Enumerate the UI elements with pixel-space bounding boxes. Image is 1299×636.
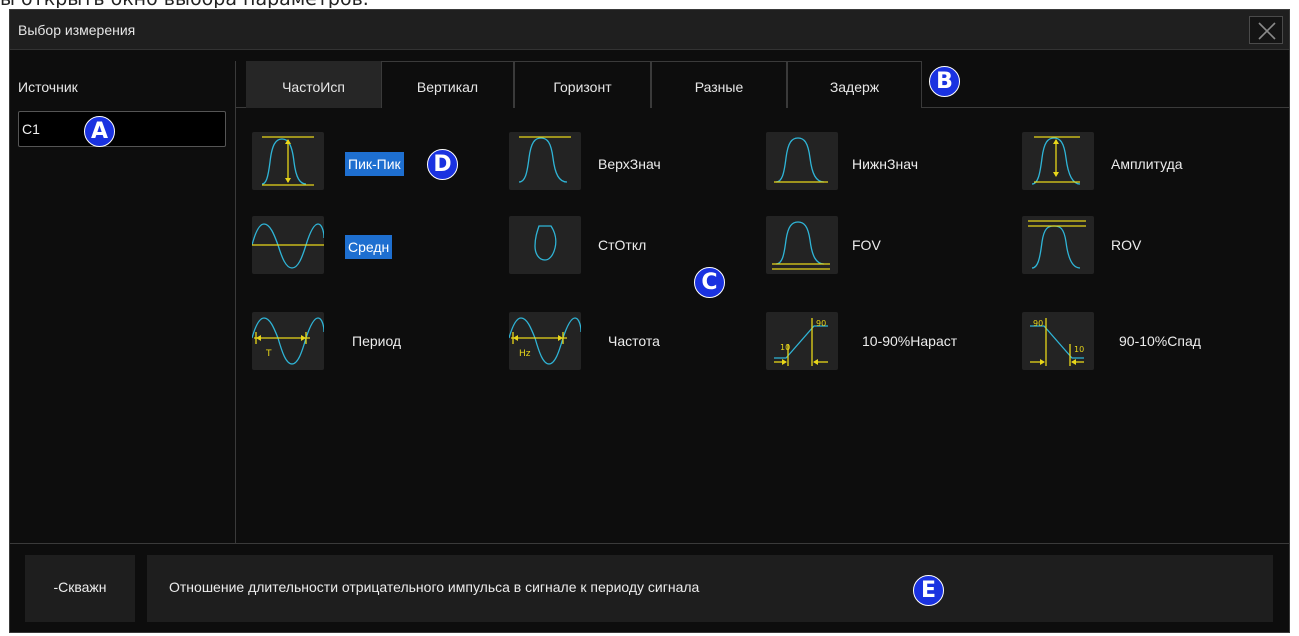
tab-delay[interactable]: Задерж [787, 61, 922, 108]
tab-vertical[interactable]: Вертикал [381, 61, 514, 108]
callout-marker-a: A [84, 116, 115, 147]
svg-text:10: 10 [780, 343, 790, 352]
description-bar: -Скважн Отношение длительности отрицател… [10, 543, 1289, 634]
period-icon[interactable]: T [252, 312, 324, 370]
measurement-label-rov[interactable]: ROV [1111, 235, 1141, 255]
measurement-label-rise-time[interactable]: 10-90%Нараст [862, 331, 957, 351]
measurement-selection-dialog: Выбор измерения Источник C1 ЧастоИсп Вер… [9, 9, 1290, 633]
measurement-grid: Пик-Пик ВерхЗнач НижнЗнач Амплитуда Сред… [236, 108, 1289, 543]
callout-marker-e: E [913, 575, 944, 606]
description-text: Отношение длительности отрицательного им… [169, 579, 700, 595]
close-button[interactable] [1249, 16, 1283, 44]
frequency-icon[interactable]: Hz [509, 312, 581, 370]
callout-marker-c: C [694, 267, 725, 298]
stdev-icon[interactable] [509, 216, 581, 274]
negative-duty-button[interactable]: -Скважн [25, 555, 135, 622]
mean-icon[interactable] [252, 216, 324, 274]
title-bar: Выбор измерения [10, 10, 1289, 50]
measurement-label-mean[interactable]: Средн [345, 235, 393, 259]
source-value: C1 [22, 121, 40, 137]
measurement-label-stdev[interactable]: СтОткл [598, 235, 646, 255]
measurement-label-top-value[interactable]: ВерхЗнач [598, 154, 661, 174]
tab-misc[interactable]: Разные [651, 61, 787, 108]
document-text-snippet: ы открыть окно выбора параметров. [0, 0, 620, 8]
svg-text:90: 90 [1033, 319, 1043, 328]
callout-marker-d: D [427, 149, 458, 180]
tab-horizontal[interactable]: Горизонт [514, 61, 651, 108]
close-icon [1258, 22, 1276, 40]
svg-text:10: 10 [1074, 345, 1084, 354]
amplitude-icon[interactable] [1022, 132, 1094, 190]
callout-marker-b: B [929, 66, 960, 97]
measurement-label-peak-peak[interactable]: Пик-Пик [345, 152, 404, 176]
measurement-label-amplitude[interactable]: Амплитуда [1111, 154, 1183, 174]
measurement-label-frequency[interactable]: Частота [608, 331, 660, 351]
peak-peak-icon[interactable] [252, 132, 324, 190]
rov-icon[interactable] [1022, 216, 1094, 274]
measurement-label-period[interactable]: Период [352, 331, 401, 351]
negative-duty-label: -Скважн [53, 579, 107, 595]
svg-text:T: T [265, 349, 272, 359]
measurement-label-fov[interactable]: FOV [852, 235, 881, 255]
dialog-title: Выбор измерения [18, 22, 136, 38]
top-value-icon[interactable] [509, 132, 581, 190]
rise-time-icon[interactable]: 10 90 [766, 312, 838, 370]
source-label: Источник [18, 79, 78, 95]
svg-text:Hz: Hz [519, 349, 531, 359]
measurement-label-fall-time[interactable]: 90-10%Спад [1119, 331, 1201, 351]
source-panel: Источник C1 [10, 61, 236, 543]
fov-icon[interactable] [766, 216, 838, 274]
tab-common[interactable]: ЧастоИсп [246, 61, 381, 108]
fall-time-icon[interactable]: 90 10 [1022, 312, 1094, 370]
measurement-label-base-value[interactable]: НижнЗнач [852, 154, 918, 174]
source-select[interactable]: C1 [18, 111, 226, 147]
description-box: Отношение длительности отрицательного им… [147, 555, 1273, 622]
base-value-icon[interactable] [766, 132, 838, 190]
measurement-category-tabs: ЧастоИсп Вертикал Горизонт Разные Задерж [236, 61, 1289, 108]
svg-text:90: 90 [816, 319, 826, 328]
